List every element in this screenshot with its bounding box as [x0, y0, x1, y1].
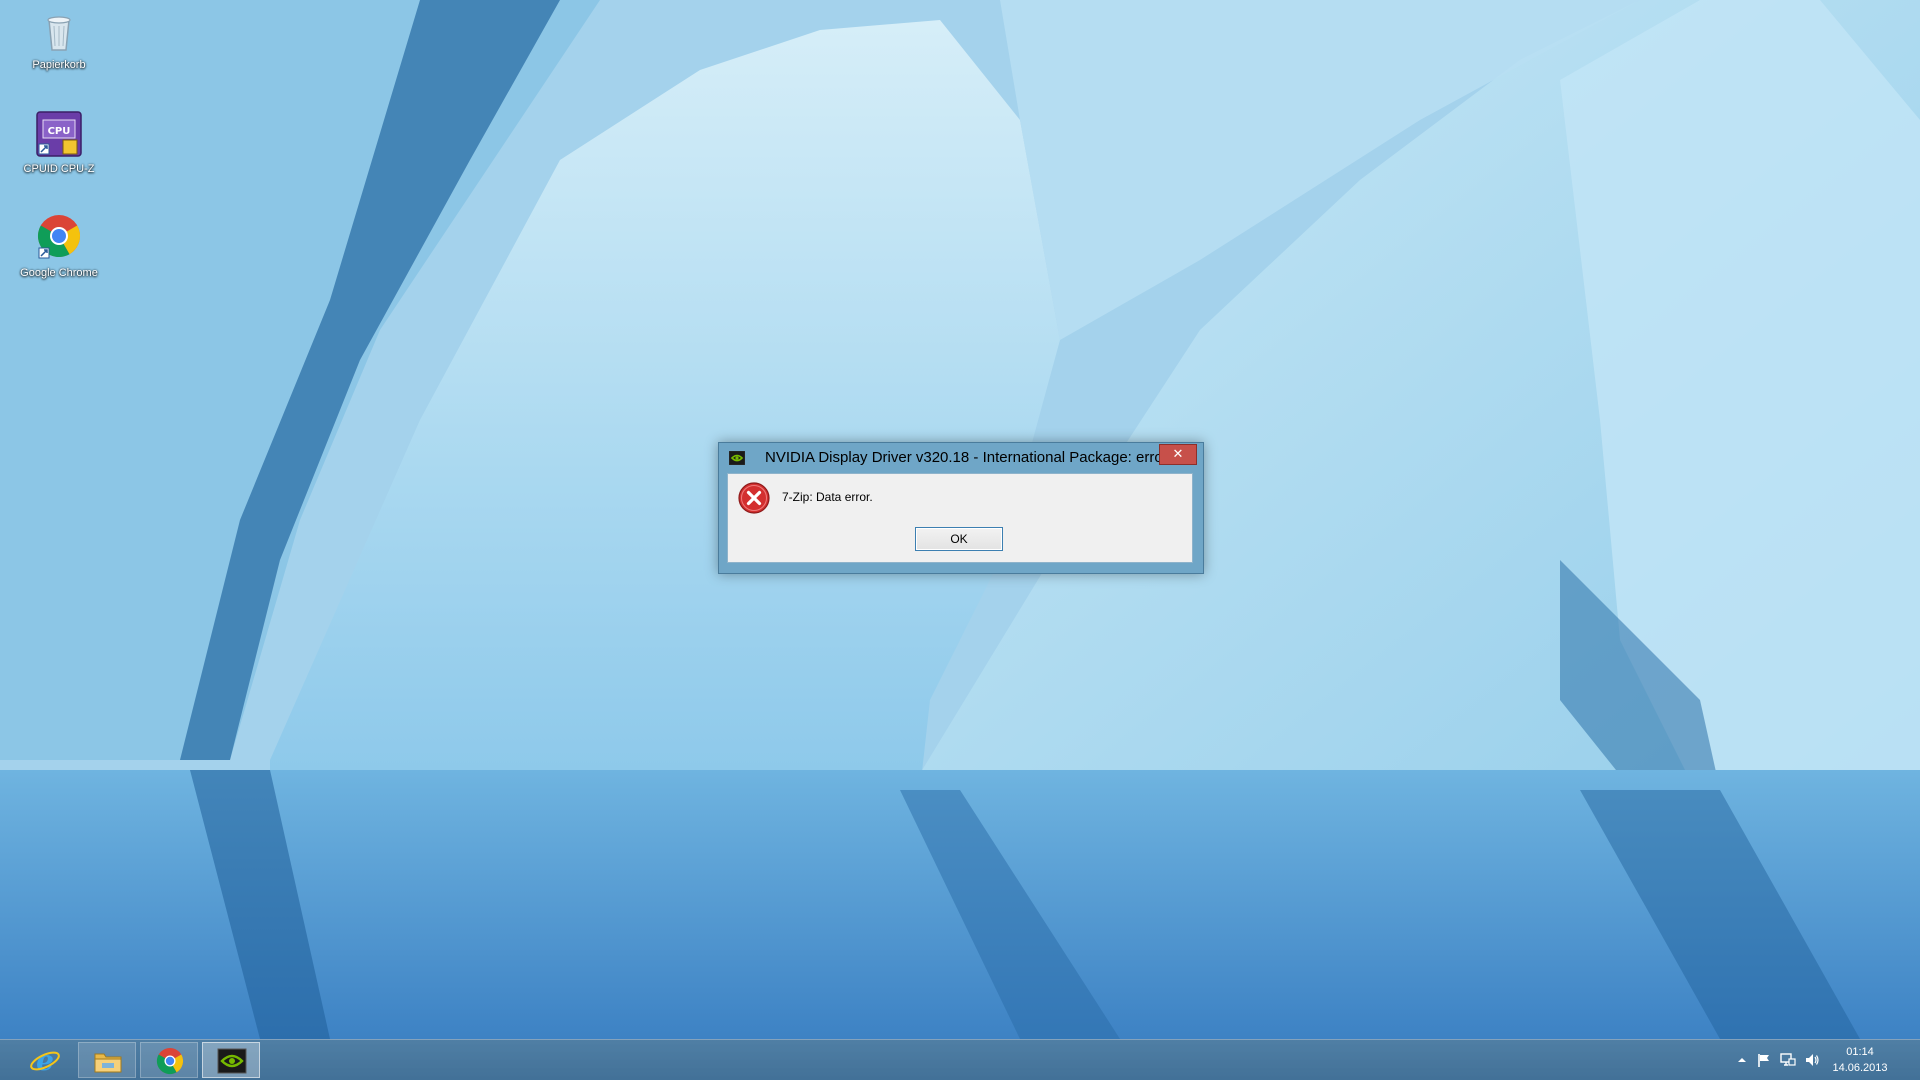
desktop-icon-cpu-z[interactable]: CPU CPUID CPU-Z: [14, 110, 104, 176]
nvidia-icon: [729, 451, 745, 465]
desktop-icon-label: CPUID CPU-Z: [23, 163, 95, 175]
ok-button[interactable]: OK: [915, 527, 1003, 551]
svg-text:CPU: CPU: [48, 126, 71, 137]
internet-explorer-icon: e: [30, 1045, 60, 1075]
network-icon[interactable]: [1780, 1052, 1796, 1068]
desktop[interactable]: Papierkorb CPU CPUID CPU-Z Google Chrome: [0, 0, 1920, 1039]
taskbar-button-internet-explorer[interactable]: e: [16, 1042, 74, 1078]
taskbar-button-file-explorer[interactable]: [78, 1042, 136, 1078]
chrome-icon: [37, 215, 81, 259]
error-message: 7-Zip: Data error.: [782, 490, 873, 504]
desktop-icon-recycle-bin[interactable]: Papierkorb: [14, 6, 104, 72]
taskbar-button-chrome[interactable]: [140, 1042, 198, 1078]
desktop-icon-label: Google Chrome: [20, 267, 98, 279]
error-dialog[interactable]: NVIDIA Display Driver v320.18 - Internat…: [718, 442, 1204, 574]
action-center-flag-icon[interactable]: [1756, 1052, 1772, 1068]
svg-text:e: e: [36, 1045, 54, 1075]
nvidia-icon: [217, 1048, 247, 1074]
chrome-icon: [156, 1048, 184, 1075]
dialog-title: NVIDIA Display Driver v320.18 - Internat…: [765, 449, 1168, 466]
cpu-z-icon: CPU: [36, 111, 82, 157]
show-hidden-icons-icon[interactable]: [1734, 1052, 1750, 1068]
clock-date: 14.06.2013: [1832, 1062, 1888, 1074]
dialog-titlebar[interactable]: NVIDIA Display Driver v320.18 - Internat…: [719, 443, 1203, 473]
dialog-client-area: 7-Zip: Data error. OK: [727, 473, 1193, 563]
clock-time: 01:14: [1846, 1046, 1874, 1058]
recycle-bin-icon: [47, 16, 71, 51]
taskbar-button-nvidia-installer[interactable]: [202, 1042, 260, 1078]
file-explorer-icon: [94, 1053, 122, 1073]
clock[interactable]: 01:14 14.06.2013: [1820, 1044, 1900, 1076]
volume-icon[interactable]: [1804, 1052, 1820, 1068]
desktop-icon-label: Papierkorb: [32, 59, 86, 71]
taskbar: e 01:14 14.06.2013: [0, 1039, 1920, 1080]
close-button[interactable]: ✕: [1159, 444, 1197, 465]
desktop-icon-chrome[interactable]: Google Chrome: [14, 214, 104, 280]
error-icon: [738, 482, 770, 514]
